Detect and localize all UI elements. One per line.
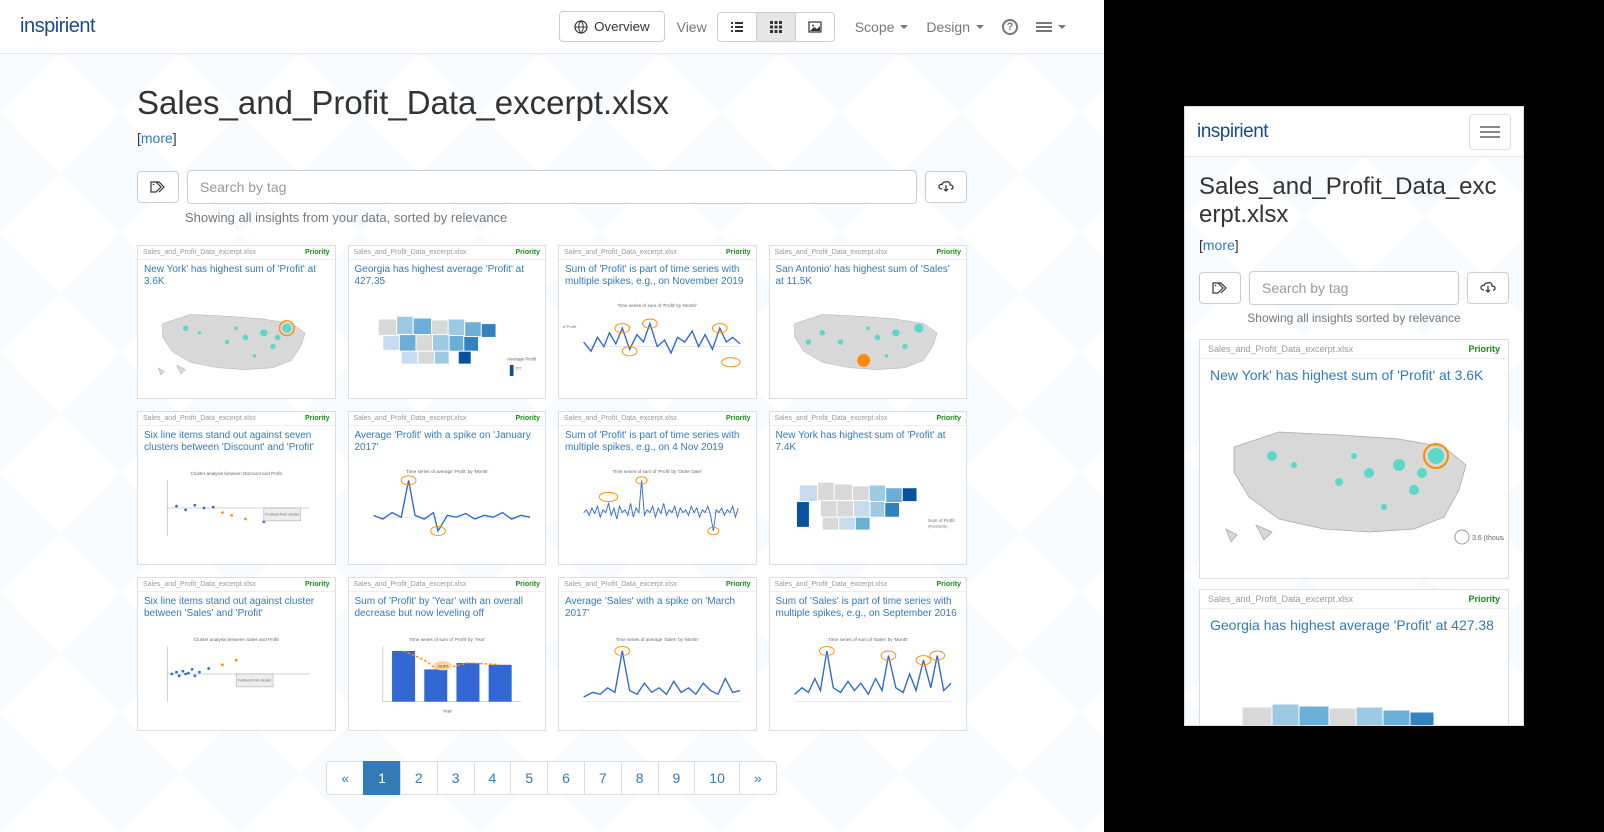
svg-text:Cluster analysis between Disco: Cluster analysis between Discount and Pr…: [191, 471, 283, 476]
insight-card[interactable]: Sales_and_Profit_Data_excerpt.xlsxPriori…: [558, 577, 757, 731]
download-button[interactable]: [925, 171, 967, 203]
page-next[interactable]: »: [739, 761, 777, 795]
insight-card[interactable]: Sales_and_Profit_Data_excerpt.xlsxPriori…: [1199, 339, 1509, 579]
brand-logo[interactable]: inspirient: [20, 15, 95, 38]
insight-card[interactable]: Sales_and_Profit_Data_excerpt.xlsxPriori…: [558, 245, 757, 399]
page-prev[interactable]: «: [326, 761, 364, 795]
page-title: Sales_and_Profit_Data_excerpt.xlsx: [137, 84, 967, 122]
svg-text:(thousands): (thousands): [928, 524, 947, 528]
insight-card[interactable]: Sales_and_Profit_Data_excerpt.xlsxPriori…: [348, 577, 547, 731]
svg-text:Furthest-from cluster: Furthest-from cluster: [265, 512, 300, 516]
page-3[interactable]: 3: [437, 761, 475, 795]
menu-dropdown[interactable]: [1036, 20, 1066, 34]
help-icon[interactable]: ?: [1002, 19, 1018, 35]
page-6[interactable]: 6: [547, 761, 585, 795]
status-text: Showing all insights from your data, sor…: [185, 210, 967, 225]
design-dropdown[interactable]: Design: [926, 19, 984, 35]
svg-text:Time series of sum of 'Profit': Time series of sum of 'Profit' by 'Order…: [613, 469, 702, 474]
svg-text:Year: Year: [442, 709, 452, 714]
tags-icon: [150, 180, 166, 194]
search-row: [1199, 271, 1509, 305]
search-input[interactable]: [1249, 271, 1459, 305]
view-image-button[interactable]: [796, 13, 834, 41]
brand-logo[interactable]: inspirient: [1197, 121, 1268, 143]
svg-text:Average Profit: Average Profit: [507, 356, 537, 361]
insight-grid: Sales_and_Profit_Data_excerpt.xlsxPriori…: [137, 245, 967, 731]
pagination: « 1 2 3 4 5 6 7 8 9 10 »: [137, 761, 967, 795]
view-label: View: [677, 19, 707, 35]
mobile-content: Sales_and_Profit_Data_excerpt.xlsx [more…: [1185, 157, 1523, 726]
mobile-grid: Sales_and_Profit_Data_excerpt.xlsxPriori…: [1199, 339, 1509, 726]
page-2[interactable]: 2: [400, 761, 438, 795]
insight-card[interactable]: Sales_and_Profit_Data_excerpt.xlsxPriori…: [137, 411, 336, 565]
tags-icon: [1212, 281, 1228, 295]
hamburger-icon: [1036, 20, 1052, 34]
svg-text:Cluster analysis between Sales: Cluster analysis between Sales and Profi…: [194, 637, 279, 642]
insight-card[interactable]: Sales_and_Profit_Data_excerpt.xlsxPriori…: [1199, 589, 1509, 726]
insight-card[interactable]: Sales_and_Profit_Data_excerpt.xlsxPriori…: [769, 245, 968, 399]
mobile-navbar: inspirient: [1185, 107, 1523, 157]
svg-text:Sum of Profit: Sum of Profit: [928, 518, 955, 523]
insight-card[interactable]: Sales_and_Profit_Data_excerpt.xlsxPriori…: [137, 245, 336, 399]
page-title: Sales_and_Profit_Data_excerpt.xlsx: [1199, 173, 1509, 229]
caret-icon: [1058, 25, 1066, 29]
svg-text:Time series of sum of 'Profit': Time series of sum of 'Profit' by 'Year': [409, 637, 485, 642]
download-button[interactable]: [1467, 272, 1509, 304]
insight-card[interactable]: Sales_and_Profit_Data_excerpt.xlsxPriori…: [137, 577, 336, 731]
svg-text:372: 372: [515, 367, 521, 371]
scope-dropdown[interactable]: Scope: [855, 19, 909, 35]
search-input[interactable]: [187, 170, 917, 204]
insight-card[interactable]: Sales_and_Profit_Data_excerpt.xlsxPriori…: [769, 577, 968, 731]
svg-text:Time series of average 'Sales': Time series of average 'Sales' by 'Month…: [616, 637, 699, 642]
svg-text:Sum of 'Profit': Sum of 'Profit': [563, 325, 577, 329]
mobile-menu-toggle[interactable]: [1469, 114, 1511, 150]
search-row: [137, 170, 967, 204]
more-wrapper: [more]: [1199, 237, 1509, 253]
navbar: inspirient Overview View Scop: [0, 0, 1104, 54]
svg-text:Furthest-from cluster: Furthest-from cluster: [238, 678, 273, 682]
main-content: Sales_and_Profit_Data_excerpt.xlsx [more…: [0, 54, 1104, 832]
insight-card[interactable]: Sales_and_Profit_Data_excerpt.xlsxPriori…: [348, 411, 547, 565]
view-list-button[interactable]: [718, 13, 757, 41]
tag-button[interactable]: [137, 171, 179, 203]
tag-button[interactable]: [1199, 272, 1241, 304]
cloud-download-icon: [938, 180, 954, 194]
insight-card[interactable]: Sales_and_Profit_Data_excerpt.xlsxPriori…: [348, 245, 547, 399]
more-link[interactable]: more: [1203, 237, 1235, 253]
page-7[interactable]: 7: [584, 761, 622, 795]
status-text: Showing all insights sorted by relevance: [1199, 311, 1509, 325]
caret-icon: [976, 25, 984, 29]
insight-card[interactable]: Sales_and_Profit_Data_excerpt.xlsxPriori…: [558, 411, 757, 565]
page-4[interactable]: 4: [474, 761, 512, 795]
image-icon: [808, 20, 822, 34]
more-wrapper: [more]: [137, 130, 967, 146]
grid-icon: [769, 20, 783, 34]
view-mode-group: [717, 12, 835, 42]
svg-text:Time series of average 'Profit: Time series of average 'Profit' by 'Mont…: [406, 469, 488, 474]
view-grid-button[interactable]: [757, 13, 796, 41]
page-10[interactable]: 10: [694, 761, 740, 795]
page-1[interactable]: 1: [363, 761, 401, 795]
insight-card[interactable]: Sales_and_Profit_Data_excerpt.xlsxPriori…: [769, 411, 968, 565]
svg-text:Time series of sum of 'Sales': Time series of sum of 'Sales' by 'Month': [828, 637, 908, 642]
more-link[interactable]: more: [141, 130, 173, 146]
list-icon: [730, 20, 744, 34]
overview-button[interactable]: Overview: [559, 11, 665, 42]
caret-icon: [900, 25, 908, 29]
page-8[interactable]: 8: [621, 761, 659, 795]
cloud-download-icon: [1480, 281, 1496, 295]
svg-text:-26.8%: -26.8%: [436, 665, 448, 669]
svg-text:Time series of sum of 'Profit': Time series of sum of 'Profit' by 'Month…: [618, 303, 698, 308]
page-5[interactable]: 5: [510, 761, 548, 795]
svg-text:3.6 (thousands): 3.6 (thousands): [1472, 535, 1504, 542]
page-9[interactable]: 9: [658, 761, 696, 795]
globe-icon: [574, 20, 588, 34]
